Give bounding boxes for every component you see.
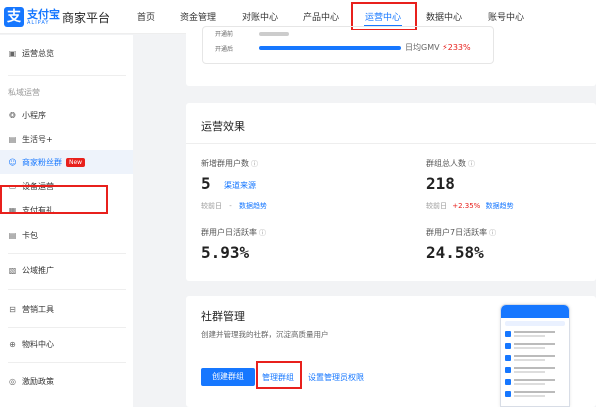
total-members-label: 群组总人数 ⓘ: [426, 159, 475, 168]
sidebar-item-mini-program[interactable]: ❂ 小程序: [0, 103, 133, 127]
ops-effect-title: 运营效果: [201, 120, 245, 133]
group-icon: ☺: [8, 157, 17, 167]
info-icon[interactable]: ⓘ: [468, 160, 475, 168]
phone-row: [505, 377, 565, 386]
phone-row: [505, 353, 565, 362]
sidebar-highlight-box: [0, 185, 108, 214]
channel-source-link[interactable]: 渠道来源: [224, 180, 256, 191]
sidebar-group-private: 私域运营: [8, 88, 40, 97]
new-users-compare: 较前日 - 数据趋势: [201, 202, 267, 210]
total-members-compare: 较前日 +2.35% 数据趋势: [426, 202, 514, 210]
sidebar-item-marketing-tools[interactable]: ⊟ 营销工具: [0, 297, 133, 321]
sidebar-item-label: 营销工具: [22, 304, 54, 314]
platform-title: 商家平台: [62, 11, 111, 25]
phone-row: [505, 365, 565, 374]
sidebar: ▣ 运营总览 私域运营 ❂ 小程序 ▤ 生活号+ ☺ 商家粉丝群 New ▭ 设…: [0, 35, 133, 407]
phone-row: [505, 329, 565, 338]
ops-effect-card: 运营效果 新增群用户数 ⓘ 5 渠道来源 较前日 - 数据趋势 群组总人数 ⓘ 21…: [186, 103, 596, 281]
phone-preview-image: [500, 304, 570, 407]
alipay-logo-icon: 支: [4, 7, 24, 27]
sidebar-item-label: 物料中心: [22, 339, 54, 349]
after-bar: [259, 46, 401, 50]
community-title: 社群管理: [201, 310, 245, 323]
nav-home[interactable]: 首页: [137, 10, 155, 23]
promo-icon: ▧: [8, 265, 17, 275]
dashboard-icon: ▣: [8, 48, 17, 58]
gmv-change: 233%: [447, 43, 471, 52]
sidebar-item-label: 生活号+: [22, 134, 53, 144]
nav-data[interactable]: 数据中心: [426, 10, 462, 23]
nav-products[interactable]: 产品中心: [303, 10, 339, 23]
sidebar-item-card-pack[interactable]: ▤ 卡包: [0, 223, 133, 247]
mini-program-icon: ❂: [9, 110, 16, 120]
logo-en-text: ALIPAY: [27, 19, 50, 26]
before-label: 开通前: [215, 31, 234, 38]
create-group-button[interactable]: 创建群组: [201, 368, 255, 386]
sidebar-item-label: 小程序: [22, 110, 46, 120]
weekly-active-label: 群用户7日活跃率 ⓘ: [426, 228, 497, 237]
sidebar-item-materials[interactable]: ⊕ 物料中心: [0, 332, 133, 356]
gmv-label: 日均GMV: [405, 43, 440, 52]
gmv-compare-card: 开通前 开通后 日均GMV ⚡233%: [186, 26, 596, 86]
sidebar-item-label: 运营总览: [22, 48, 54, 58]
nav-reconcile[interactable]: 对账中心: [242, 10, 278, 23]
sidebar-item-overview[interactable]: ▣ 运营总览: [0, 41, 133, 65]
nav-funds[interactable]: 资金管理: [180, 10, 216, 23]
sidebar-divider: [8, 327, 126, 328]
logo-cn-text: 支付宝: [27, 7, 60, 21]
total-change: +2.35%: [452, 202, 481, 210]
info-icon[interactable]: ⓘ: [251, 160, 258, 168]
tools-icon: ⊟: [9, 304, 16, 314]
gmv-compare-box: 开通前 开通后 日均GMV ⚡233%: [202, 26, 494, 64]
manage-group-highlight-box: [256, 361, 302, 389]
sidebar-divider: [8, 253, 126, 254]
community-desc: 创建并管理我的社群，沉淀高质量用户: [201, 330, 329, 339]
sidebar-item-life-account[interactable]: ▤ 生活号+: [0, 127, 133, 151]
sidebar-divider: [8, 289, 126, 290]
after-label: 开通后: [215, 46, 234, 53]
trend-link[interactable]: 数据趋势: [239, 202, 267, 210]
sidebar-item-public-promo[interactable]: ▧ 公域推广: [0, 258, 133, 282]
weekly-active-value: 24.58%: [426, 243, 484, 262]
card-icon: ▤: [8, 230, 17, 240]
gmv-stat: 日均GMV ⚡233%: [405, 42, 471, 53]
alipay-logo[interactable]: 支 支付宝 ALIPAY: [4, 7, 60, 27]
new-users-value: 5: [201, 174, 211, 193]
sidebar-item-label: 商家粉丝群: [22, 157, 62, 167]
sidebar-item-label: 激励政策: [22, 376, 54, 386]
phone-header: [501, 305, 569, 318]
info-icon[interactable]: ⓘ: [259, 229, 266, 237]
life-account-icon: ▤: [8, 134, 17, 144]
card-separator: [186, 143, 596, 144]
nav-account[interactable]: 账号中心: [488, 10, 524, 23]
daily-active-label: 群用户日活跃率 ⓘ: [201, 228, 266, 237]
community-card: 社群管理 创建并管理我的社群，沉淀高质量用户 创建群组 管理群组 设置管理员权限: [186, 296, 596, 407]
info-icon[interactable]: ⓘ: [489, 229, 496, 237]
phone-search: [505, 321, 565, 326]
new-badge: New: [66, 157, 86, 167]
trend-link[interactable]: 数据趋势: [486, 202, 514, 210]
phone-row: [505, 389, 565, 398]
admin-permission-button[interactable]: 设置管理员权限: [308, 372, 364, 383]
new-users-label: 新增群用户数 ⓘ: [201, 159, 258, 168]
sidebar-item-fan-group[interactable]: ☺ 商家粉丝群 New: [0, 150, 133, 174]
daily-active-value: 5.93%: [201, 243, 250, 262]
sidebar-divider: [8, 362, 126, 363]
phone-row: [505, 341, 565, 350]
sidebar-item-label: 公域推广: [22, 265, 54, 275]
materials-icon: ⊕: [9, 339, 16, 349]
sidebar-item-incentive[interactable]: ◎ 激励政策: [0, 369, 133, 393]
before-bar: [259, 32, 289, 36]
incentive-icon: ◎: [9, 376, 16, 386]
sidebar-item-label: 卡包: [22, 230, 38, 240]
sidebar-divider: [8, 75, 126, 76]
total-members-value: 218: [426, 174, 455, 193]
